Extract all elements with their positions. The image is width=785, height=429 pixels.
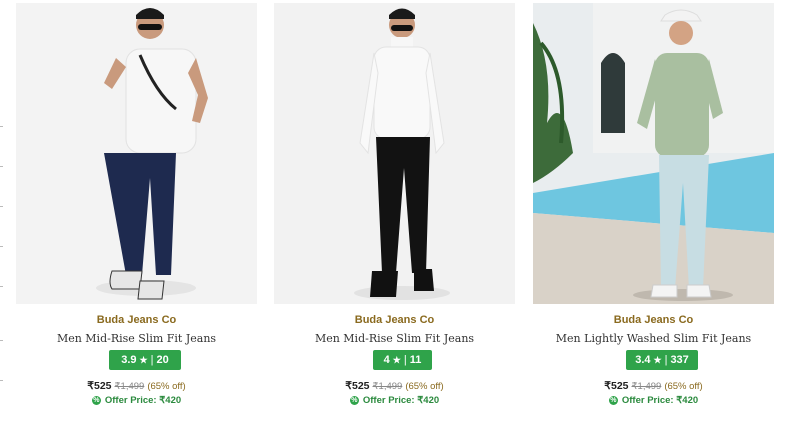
product-card[interactable]: Buda Jeans Co Men Mid-Rise Slim Fit Jean… — [274, 3, 515, 423]
offer-price-label: Offer Price: ₹420 — [621, 395, 699, 406]
edge-tick — [0, 126, 3, 127]
product-title[interactable]: Men Mid-Rise Slim Fit Jeans — [16, 332, 257, 345]
discount-label: (65% off) — [664, 381, 703, 392]
rating-separator: | — [664, 354, 668, 366]
price-row: ₹525 ₹1,499 (65% off) — [274, 380, 515, 392]
product-card[interactable]: Buda Jeans Co Men Lightly Washed Slim Fi… — [533, 3, 774, 423]
rating-badge: 3.9 ★ | 20 — [109, 350, 181, 370]
product-image[interactable] — [16, 3, 257, 304]
price-row: ₹525 ₹1,499 (65% off) — [533, 380, 774, 392]
sale-price: ₹525 — [87, 380, 112, 392]
offer-price-label: Offer Price: ₹420 — [362, 395, 440, 406]
rating-badge: 3.4 ★ | 337 — [626, 350, 698, 370]
offer-price: % Offer Price: ₹420 — [16, 395, 257, 406]
rating-value: 3.4 — [635, 354, 651, 366]
star-icon: ★ — [139, 354, 148, 365]
rating-badge: 4 ★ | 11 — [373, 350, 432, 370]
star-icon: ★ — [392, 354, 401, 365]
product-title[interactable]: Men Mid-Rise Slim Fit Jeans — [274, 332, 515, 345]
review-count: 337 — [670, 354, 689, 366]
product-image[interactable] — [533, 3, 774, 304]
mrp-price: ₹1,499 — [631, 381, 662, 392]
product-grid: Buda Jeans Co Men Mid-Rise Slim Fit Jean… — [16, 3, 774, 423]
product-card[interactable]: Buda Jeans Co Men Mid-Rise Slim Fit Jean… — [16, 3, 257, 423]
offer-icon: % — [91, 396, 101, 405]
price-row: ₹525 ₹1,499 (65% off) — [16, 380, 257, 392]
edge-tick — [0, 286, 3, 287]
rating-separator: | — [150, 354, 154, 366]
review-count: 20 — [156, 354, 169, 366]
discount-label: (65% off) — [405, 381, 444, 392]
rating-value: 3.9 — [121, 354, 137, 366]
edge-tick — [0, 380, 3, 381]
edge-tick — [0, 246, 3, 247]
sale-price: ₹525 — [604, 380, 629, 392]
offer-price: % Offer Price: ₹420 — [533, 395, 774, 406]
mrp-price: ₹1,499 — [114, 381, 145, 392]
star-icon: ★ — [653, 354, 662, 365]
brand-name[interactable]: Buda Jeans Co — [533, 314, 774, 326]
offer-price: % Offer Price: ₹420 — [274, 395, 515, 406]
brand-name[interactable]: Buda Jeans Co — [16, 314, 257, 326]
product-image[interactable] — [274, 3, 515, 304]
product-title[interactable]: Men Lightly Washed Slim Fit Jeans — [533, 332, 774, 345]
mrp-price: ₹1,499 — [372, 381, 403, 392]
offer-icon: % — [349, 396, 359, 405]
rating-value: 4 — [383, 354, 390, 366]
edge-tick — [0, 166, 3, 167]
offer-price-label: Offer Price: ₹420 — [104, 395, 182, 406]
sale-price: ₹525 — [345, 380, 370, 392]
rating-separator: | — [403, 354, 407, 366]
offer-icon: % — [608, 396, 618, 405]
review-count: 11 — [409, 354, 422, 366]
edge-tick — [0, 206, 3, 207]
discount-label: (65% off) — [147, 381, 186, 392]
brand-name[interactable]: Buda Jeans Co — [274, 314, 515, 326]
edge-tick — [0, 340, 3, 341]
